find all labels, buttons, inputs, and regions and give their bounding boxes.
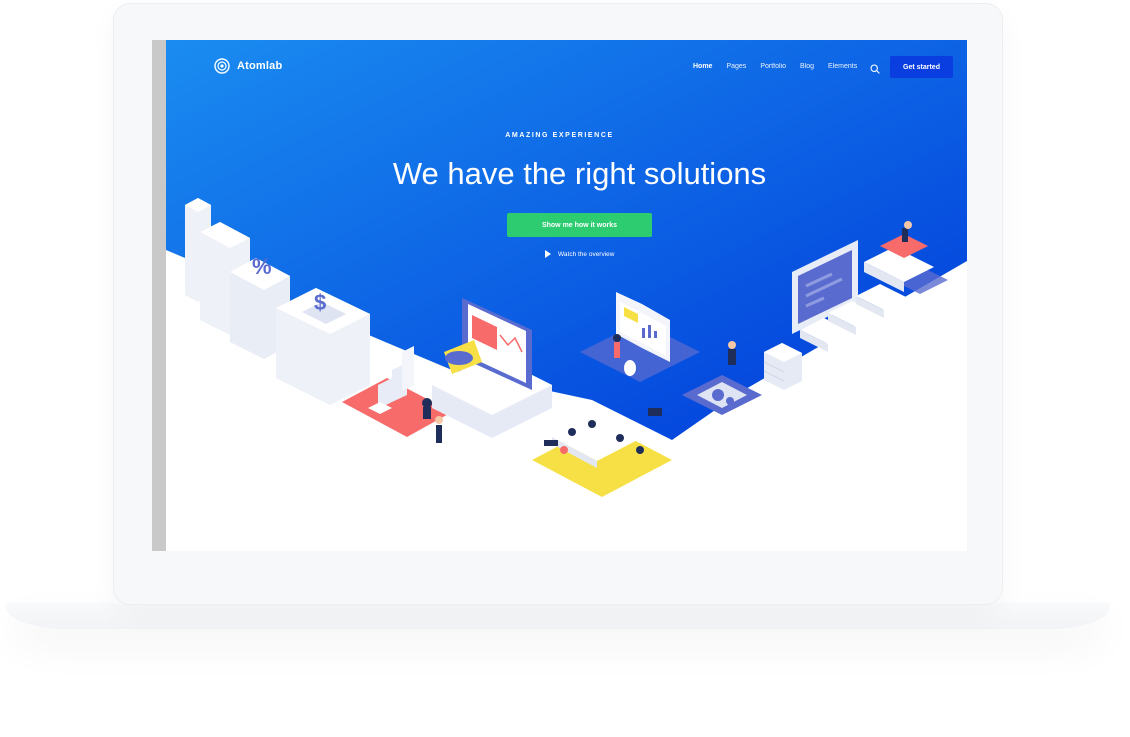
brand-name: Atomlab bbox=[237, 60, 283, 72]
desk-platform bbox=[864, 221, 948, 294]
nav-item-elements[interactable]: Elements bbox=[828, 63, 857, 70]
isometric-illustration: % $ bbox=[185, 198, 948, 497]
get-started-button[interactable]: Get started bbox=[890, 56, 953, 78]
laptop-screen: % $ Atomlab Home Pages Portfolio Blog El… bbox=[152, 40, 967, 551]
hero-eyebrow: AMAZING EXPERIENCE bbox=[505, 132, 614, 139]
laptop-mockup: % $ Atomlab Home Pages Portfolio Blog El… bbox=[0, 0, 1130, 737]
show-me-how-button[interactable]: Show me how it works bbox=[507, 213, 652, 237]
search-icon[interactable] bbox=[870, 64, 880, 74]
monitor-pedestal bbox=[432, 298, 552, 443]
nav-item-blog[interactable]: Blog bbox=[800, 63, 814, 70]
laptop-base bbox=[6, 603, 1110, 629]
percent-symbol-text: % bbox=[252, 254, 272, 279]
nav-item-home[interactable]: Home bbox=[693, 63, 712, 70]
top-navigation: Atomlab Home Pages Portfolio Blog Elemen… bbox=[166, 40, 967, 96]
watch-overview-link[interactable]: Watch the overview bbox=[545, 250, 614, 258]
play-icon bbox=[545, 250, 551, 258]
atom-logo-icon bbox=[214, 58, 230, 74]
brand-logo[interactable]: Atomlab bbox=[214, 58, 282, 74]
meeting-platform bbox=[532, 408, 672, 497]
tablet-platform bbox=[580, 292, 700, 382]
screen-side-strip bbox=[152, 40, 166, 551]
main-menu: Home Pages Portfolio Blog Elements bbox=[693, 63, 857, 70]
bar-columns bbox=[185, 198, 370, 405]
nav-item-portfolio[interactable]: Portfolio bbox=[760, 63, 786, 70]
nav-item-pages[interactable]: Pages bbox=[726, 63, 746, 70]
percent-symbol: % bbox=[252, 254, 272, 279]
server-stack bbox=[763, 343, 802, 390]
watch-overview-label: Watch the overview bbox=[558, 250, 615, 258]
dollar-symbol-text: $ bbox=[314, 290, 326, 315]
hero-headline: We have the right solutions bbox=[392, 156, 767, 191]
